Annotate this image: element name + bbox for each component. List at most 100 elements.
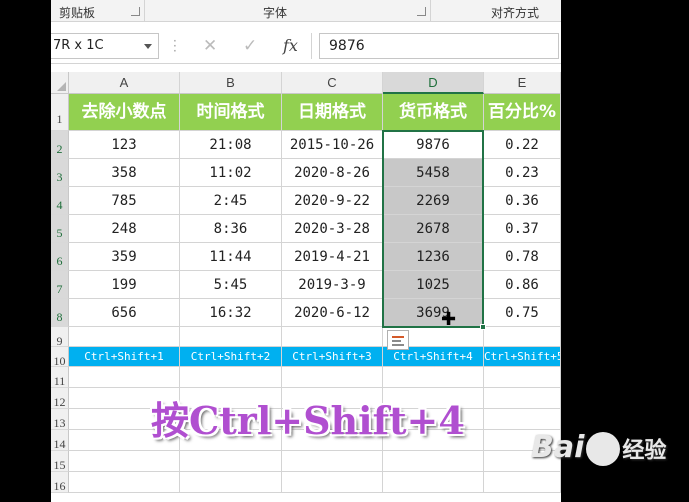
data-cell[interactable]: 0.86 <box>484 271 561 299</box>
row-header-16[interactable]: 16 <box>51 472 69 493</box>
column-header-c[interactable]: C <box>282 72 383 94</box>
data-cell[interactable]: 21:08 <box>180 131 282 159</box>
empty-cell[interactable] <box>180 472 282 493</box>
data-cell[interactable]: 11:02 <box>180 159 282 187</box>
data-cell[interactable]: 785 <box>69 187 180 215</box>
header-cell-d[interactable]: 货币格式 <box>383 94 484 131</box>
row-header-7[interactable]: 7 <box>51 271 69 299</box>
drag-handle-icon[interactable]: · · · <box>173 35 177 57</box>
empty-cell[interactable] <box>484 327 561 347</box>
row-header-1[interactable]: 1 <box>51 94 69 131</box>
empty-cell[interactable] <box>69 367 180 388</box>
row-header-12[interactable]: 12 <box>51 388 69 409</box>
header-cell-b[interactable]: 时间格式 <box>180 94 282 131</box>
empty-cell[interactable] <box>69 472 180 493</box>
data-cell[interactable]: 199 <box>69 271 180 299</box>
data-cell[interactable]: 359 <box>69 243 180 271</box>
data-cell[interactable]: 9876 <box>383 131 484 159</box>
data-cell[interactable]: 2019-3-9 <box>282 271 383 299</box>
shortcut-cell-c[interactable]: Ctrl+Shift+3 <box>282 347 383 367</box>
select-all-button[interactable] <box>51 72 69 94</box>
empty-cell[interactable] <box>383 367 484 388</box>
data-cell[interactable]: 8:36 <box>180 215 282 243</box>
data-cell[interactable]: 2015-10-26 <box>282 131 383 159</box>
row-header-14[interactable]: 14 <box>51 430 69 451</box>
shortcut-cell-d[interactable]: Ctrl+Shift+4 <box>383 347 484 367</box>
data-cell[interactable]: 5:45 <box>180 271 282 299</box>
chevron-down-icon[interactable] <box>144 44 152 53</box>
header-cell-a[interactable]: 去除小数点 <box>69 94 180 131</box>
data-cell[interactable]: 2:45 <box>180 187 282 215</box>
data-cell[interactable]: 0.23 <box>484 159 561 187</box>
empty-cell[interactable] <box>180 367 282 388</box>
ribbon-group-labels: 剪贴板 字体 对齐方式 <box>51 0 561 22</box>
row-header-9[interactable]: 9 <box>51 327 69 347</box>
data-cell[interactable]: 358 <box>69 159 180 187</box>
font-launcher-icon[interactable] <box>417 7 426 16</box>
empty-cell[interactable] <box>282 451 383 472</box>
data-cell[interactable]: 0.75 <box>484 299 561 327</box>
row-header-8[interactable]: 8 <box>51 299 69 327</box>
data-cell[interactable]: 2269 <box>383 187 484 215</box>
data-cell[interactable]: 2020-8-26 <box>282 159 383 187</box>
data-cell[interactable]: 3699 <box>383 299 484 327</box>
data-cell[interactable]: 2020-9-22 <box>282 187 383 215</box>
shortcut-cell-a[interactable]: Ctrl+Shift+1 <box>69 347 180 367</box>
row-header-15[interactable]: 15 <box>51 451 69 472</box>
shortcut-cell-b[interactable]: Ctrl+Shift+2 <box>180 347 282 367</box>
data-cell[interactable]: 1025 <box>383 271 484 299</box>
data-cell[interactable]: 2020-6-12 <box>282 299 383 327</box>
header-cell-c[interactable]: 日期格式 <box>282 94 383 131</box>
column-header-d[interactable]: D <box>383 72 484 94</box>
empty-cell[interactable] <box>484 472 561 493</box>
column-header-b[interactable]: B <box>180 72 282 94</box>
data-cell[interactable]: 656 <box>69 299 180 327</box>
row-header-5[interactable]: 5 <box>51 215 69 243</box>
empty-cell[interactable] <box>282 472 383 493</box>
name-box[interactable]: 7R x 1C <box>51 33 159 59</box>
formula-input[interactable]: 9876 <box>319 33 559 59</box>
empty-cell[interactable] <box>484 388 561 409</box>
row-header-2[interactable]: 2 <box>51 131 69 159</box>
data-cell[interactable]: 16:32 <box>180 299 282 327</box>
data-cell[interactable]: 2019-4-21 <box>282 243 383 271</box>
row-header-10[interactable]: 10 <box>51 347 69 367</box>
empty-cell[interactable] <box>484 409 561 430</box>
data-cell[interactable]: 1236 <box>383 243 484 271</box>
data-cell[interactable]: 11:44 <box>180 243 282 271</box>
data-cell[interactable]: 0.37 <box>484 215 561 243</box>
row-header-13[interactable]: 13 <box>51 409 69 430</box>
data-cell[interactable]: 123 <box>69 131 180 159</box>
insert-function-button[interactable]: fx <box>283 36 298 55</box>
close-icon[interactable]: ✕ <box>203 36 217 56</box>
data-cell[interactable]: 2678 <box>383 215 484 243</box>
column-header-a[interactable]: A <box>69 72 180 94</box>
row-header-3[interactable]: 3 <box>51 159 69 187</box>
check-icon[interactable]: ✓ <box>243 36 257 56</box>
shortcut-cell-e[interactable]: Ctrl+Shift+5 <box>484 347 561 367</box>
column-header-e[interactable]: E <box>484 72 561 94</box>
empty-cell[interactable] <box>282 367 383 388</box>
empty-cell[interactable] <box>383 451 484 472</box>
empty-cell[interactable] <box>383 472 484 493</box>
empty-cell[interactable] <box>282 327 383 347</box>
data-cell[interactable]: 248 <box>69 215 180 243</box>
empty-cell[interactable] <box>484 367 561 388</box>
data-cell[interactable]: 0.22 <box>484 131 561 159</box>
data-cell[interactable]: 2020-3-28 <box>282 215 383 243</box>
clipboard-launcher-icon[interactable] <box>131 7 140 16</box>
empty-cell[interactable] <box>69 451 180 472</box>
formula-bar-divider <box>311 33 312 59</box>
row-header-11[interactable]: 11 <box>51 367 69 388</box>
data-cell[interactable]: 5458 <box>383 159 484 187</box>
row-header-6[interactable]: 6 <box>51 243 69 271</box>
quick-analysis-icon[interactable] <box>387 330 409 350</box>
empty-cell[interactable] <box>69 327 180 347</box>
row-header-4[interactable]: 4 <box>51 187 69 215</box>
fill-handle[interactable] <box>480 324 486 330</box>
empty-cell[interactable] <box>180 451 282 472</box>
empty-cell[interactable] <box>180 327 282 347</box>
header-cell-e[interactable]: 百分比% <box>484 94 561 131</box>
data-cell[interactable]: 0.36 <box>484 187 561 215</box>
data-cell[interactable]: 0.78 <box>484 243 561 271</box>
